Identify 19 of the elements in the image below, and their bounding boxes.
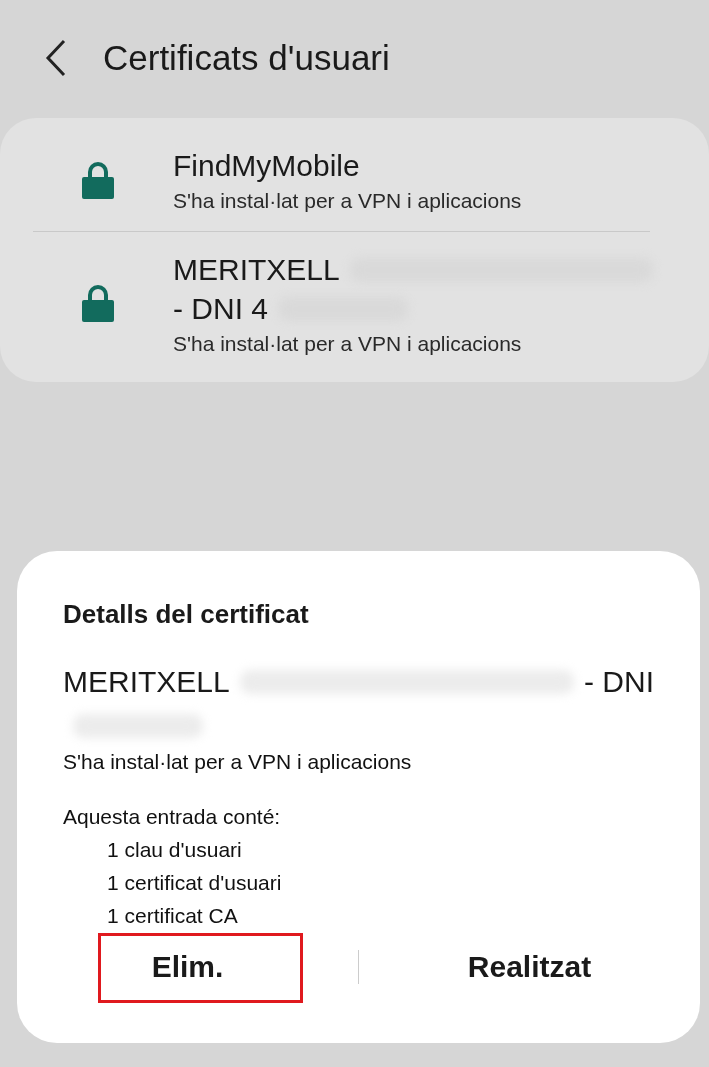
certificate-name: MERITXELL <box>173 252 340 287</box>
dialog-title: Detalls del certificat <box>63 599 310 630</box>
certificate-subtitle: S'ha instal·lat per a VPN i aplicacions <box>63 750 413 774</box>
certificate-subtitle: S'ha instal·lat per a VPN i aplicacions <box>173 332 523 356</box>
certificate-name: MERITXELL <box>63 665 230 699</box>
certificate-subtitle: S'ha instal·lat per a VPN i aplicacions <box>173 189 523 213</box>
certificate-name: - DNI 4 <box>173 291 268 326</box>
certificate-name: FindMyMobile <box>173 148 360 183</box>
contents-label: Aquesta entrada conté: <box>63 804 282 830</box>
screen-title: Certificats d'usuari <box>103 38 390 78</box>
contents-item: 1 clau d'usuari <box>106 837 243 863</box>
contents-item: 1 certificat d'usuari <box>106 870 283 896</box>
back-button[interactable] <box>44 39 68 77</box>
lock-icon <box>81 284 115 322</box>
dialog-button[interactable]: Elim. <box>131 936 244 998</box>
certificate-name: - DNI <box>584 665 654 699</box>
contents-item: 1 certificat CA <box>106 903 239 929</box>
dialog-button[interactable]: Realitzat <box>447 936 612 998</box>
lock-icon <box>81 160 115 199</box>
